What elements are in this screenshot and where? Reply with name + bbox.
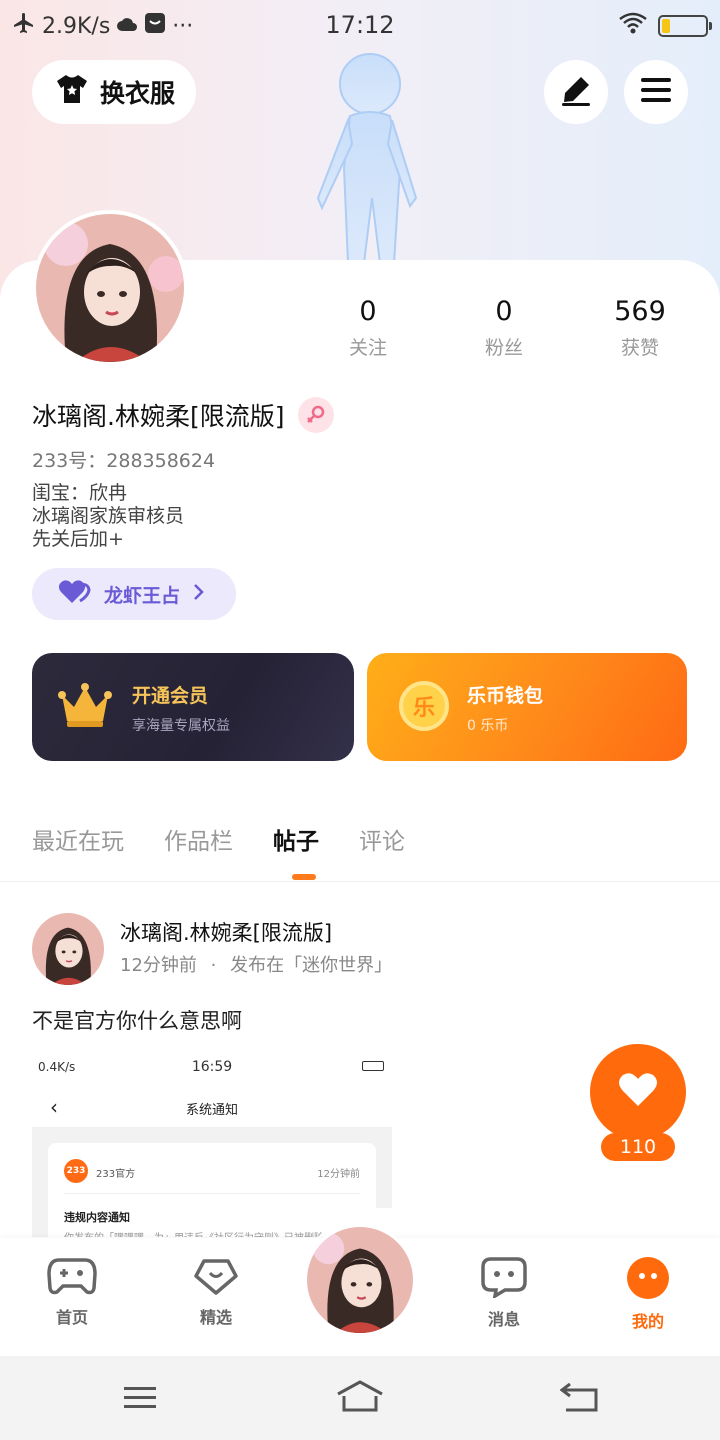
post-author-avatar[interactable] bbox=[32, 913, 104, 985]
nav-me[interactable]: 我的 bbox=[603, 1256, 693, 1332]
tshirt-icon bbox=[54, 71, 90, 113]
tab-comments[interactable]: 评论 bbox=[359, 822, 405, 856]
avatar-figure-preview bbox=[316, 53, 418, 263]
nav-me-label: 我的 bbox=[631, 1312, 664, 1331]
battery-level bbox=[662, 19, 670, 33]
profile-tabs: 最近在玩 作品栏 帖子 评论 bbox=[32, 822, 405, 856]
wallet-title: 乐币钱包 bbox=[467, 685, 544, 707]
image-notice-title: 违规内容通知 bbox=[64, 1211, 130, 1224]
image-sent-time: 12分钟前 bbox=[317, 1169, 360, 1180]
chevron-right-icon bbox=[192, 582, 206, 607]
wifi-icon bbox=[618, 12, 648, 40]
divider bbox=[0, 881, 720, 882]
hamburger-icon bbox=[639, 75, 673, 109]
followers-stat[interactable]: 0 粉丝 bbox=[436, 296, 572, 360]
profile-stats: 0 关注 0 粉丝 569 获赞 bbox=[300, 296, 720, 360]
profile-tag-button[interactable]: 龙虾王占 bbox=[32, 568, 236, 620]
stat-label: 粉丝 bbox=[484, 337, 523, 359]
profile-username-row: 冰璃阁.林婉柔[限流版] bbox=[32, 397, 335, 433]
image-nav-bar: ‹ 系统通知 bbox=[32, 1087, 392, 1127]
meta-separator: · bbox=[210, 955, 217, 976]
system-navigation-bar bbox=[0, 1356, 720, 1440]
following-stat[interactable]: 0 关注 bbox=[300, 296, 436, 360]
pen-icon bbox=[559, 73, 593, 111]
change-outfit-label: 换衣服 bbox=[100, 79, 176, 108]
post-meta: 12分钟前 · 发布在「迷你世界」 bbox=[120, 951, 392, 977]
nav-home[interactable]: 首页 bbox=[27, 1256, 117, 1328]
image-sender-logo: 233 bbox=[64, 1159, 88, 1183]
bio-line: 先关后加+ bbox=[32, 528, 124, 550]
wallet-balance: 0 乐币 bbox=[467, 718, 509, 734]
profile-face-icon bbox=[626, 1257, 670, 1304]
stat-label: 关注 bbox=[348, 337, 387, 359]
stat-label: 获赞 bbox=[620, 337, 659, 359]
wallet-card[interactable]: 乐 乐币钱包 0 乐币 bbox=[367, 653, 687, 761]
stat-value: 0 bbox=[495, 296, 513, 327]
change-outfit-button[interactable]: 换衣服 bbox=[32, 60, 196, 124]
bio-line: 冰璃阁家族审核员 bbox=[32, 505, 185, 527]
purple-heart-icon bbox=[58, 579, 92, 610]
heart-icon bbox=[618, 1072, 658, 1112]
like-button[interactable] bbox=[590, 1044, 686, 1140]
menu-button[interactable] bbox=[624, 60, 688, 124]
stat-value: 0 bbox=[359, 296, 377, 327]
status-bar: 2.9K/s ··· 17:12 bbox=[0, 0, 720, 50]
nav-messages-label: 消息 bbox=[487, 1310, 520, 1329]
chat-bubble-icon bbox=[481, 1257, 527, 1302]
stat-value: 569 bbox=[614, 296, 666, 327]
image-divider bbox=[64, 1193, 360, 1194]
profile-tag-label: 龙虾王占 bbox=[104, 584, 181, 607]
back-icon[interactable] bbox=[559, 1380, 600, 1418]
image-sender-name: 233官方 bbox=[96, 1169, 136, 1180]
female-gender-icon bbox=[298, 397, 335, 433]
image-page-title: 系统通知 bbox=[185, 1103, 238, 1118]
recent-apps-icon[interactable] bbox=[122, 1384, 158, 1416]
post-location: 发布在「迷你世界」 bbox=[230, 955, 393, 976]
post-image[interactable]: 0.4K/s 16:59 ‹ 系统通知 233 233官方 12分钟前 违规内容… bbox=[32, 1047, 392, 1237]
center-avatar-button[interactable] bbox=[304, 1224, 416, 1336]
image-notice-card: 233 233官方 12分钟前 违规内容通知 你发布的「嘿嘿嘿，为」用违反《社区… bbox=[48, 1143, 376, 1237]
image-status-bar: 0.4K/s 16:59 bbox=[32, 1047, 392, 1087]
home-icon[interactable] bbox=[336, 1380, 384, 1418]
membership-subtitle: 享海量专属权益 bbox=[132, 718, 230, 734]
active-tab-indicator bbox=[292, 874, 316, 880]
likes-stat[interactable]: 569 获赞 bbox=[572, 296, 708, 360]
post-time: 12分钟前 bbox=[120, 955, 197, 976]
post-author-name[interactable]: 冰璃阁.林婉柔[限流版] bbox=[120, 917, 332, 947]
tab-works[interactable]: 作品栏 bbox=[164, 822, 233, 856]
image-clock: 16:59 bbox=[191, 1059, 233, 1075]
battery-icon bbox=[658, 15, 712, 37]
profile-bio: 闺宝：欣冉 冰璃阁家族审核员 先关后加+ bbox=[32, 482, 184, 551]
coin-glyph: 乐 bbox=[412, 696, 435, 721]
membership-card[interactable]: 开通会员 享海量专属权益 bbox=[32, 653, 354, 761]
nav-messages[interactable]: 消息 bbox=[459, 1256, 549, 1330]
heart-badge-icon bbox=[192, 1259, 240, 1300]
nav-home-label: 首页 bbox=[55, 1308, 88, 1327]
tab-posts[interactable]: 帖子 bbox=[273, 822, 319, 856]
bio-line: 闺宝：欣冉 bbox=[32, 482, 128, 504]
edit-profile-button[interactable] bbox=[544, 60, 608, 124]
profile-username: 冰璃阁.林婉柔[限流版] bbox=[32, 402, 285, 431]
tab-recent-played[interactable]: 最近在玩 bbox=[32, 822, 124, 856]
crown-icon bbox=[58, 681, 112, 733]
coin-icon: 乐 bbox=[399, 681, 449, 731]
nav-featured[interactable]: 精选 bbox=[171, 1256, 261, 1328]
nav-featured-label: 精选 bbox=[199, 1308, 232, 1327]
like-count: 110 bbox=[601, 1133, 675, 1161]
gamepad-icon bbox=[47, 1258, 97, 1300]
membership-title: 开通会员 bbox=[132, 685, 209, 707]
clock: 17:12 bbox=[325, 11, 395, 39]
post-text: 不是官方你什么意思啊 bbox=[32, 1009, 242, 1033]
image-battery-icon bbox=[362, 1061, 384, 1071]
image-notice-preview: 你发布的「嘿嘿嘿，为」用违反《社区行为守则》已被删除 bbox=[64, 1229, 324, 1237]
user-id: 233号：288358624 bbox=[32, 450, 216, 472]
profile-avatar[interactable] bbox=[32, 210, 188, 366]
